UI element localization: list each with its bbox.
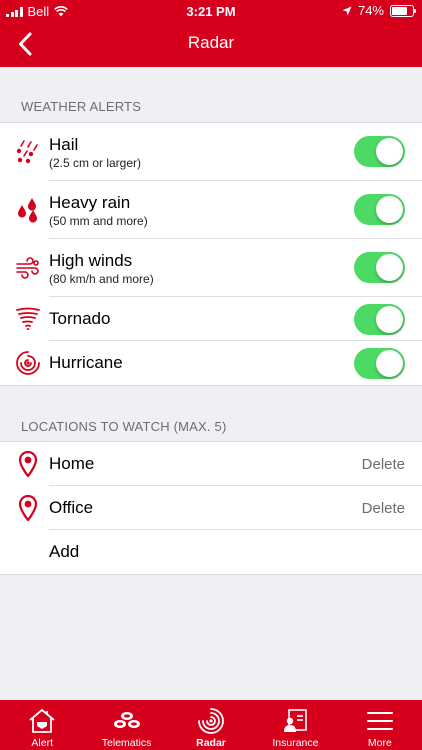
insurance-card-icon bbox=[253, 706, 337, 736]
toggle-knob bbox=[376, 138, 403, 165]
tab-radar[interactable]: Radar bbox=[169, 700, 253, 750]
tab-alert[interactable]: Alert bbox=[0, 700, 84, 750]
toggle-knob bbox=[376, 196, 403, 223]
tab-more[interactable]: More bbox=[338, 700, 422, 750]
hail-toggle[interactable] bbox=[354, 136, 405, 167]
toggle-knob bbox=[376, 306, 403, 333]
alert-sublabel: (2.5 cm or larger) bbox=[49, 156, 142, 170]
tab-label: Insurance bbox=[272, 737, 319, 749]
location-arrow-icon bbox=[342, 6, 352, 15]
status-bar: Bell 3:21 PM 74% bbox=[0, 0, 422, 22]
wind-icon bbox=[14, 254, 42, 282]
alert-row-hail: Hail (2.5 cm or larger) bbox=[0, 123, 422, 181]
hurricane-icon bbox=[14, 349, 42, 377]
tab-label: Radar bbox=[196, 737, 226, 749]
weather-alerts-list: Hail (2.5 cm or larger) Heavy rain (50 m… bbox=[0, 122, 422, 386]
location-pin-icon bbox=[14, 450, 42, 478]
tornado-toggle[interactable] bbox=[354, 304, 405, 335]
battery-icon bbox=[390, 4, 416, 17]
alert-row-heavy-rain: Heavy rain (50 mm and more) bbox=[0, 181, 422, 239]
location-label: Office bbox=[49, 498, 94, 517]
status-right: 74% bbox=[342, 3, 416, 18]
add-location-button[interactable]: Add bbox=[49, 542, 79, 562]
heavy-rain-toggle[interactable] bbox=[354, 194, 405, 225]
delete-home-button[interactable]: Delete bbox=[362, 456, 405, 473]
toggle-knob bbox=[376, 350, 403, 377]
tab-telematics[interactable]: Telematics bbox=[84, 700, 168, 750]
hurricane-toggle[interactable] bbox=[354, 348, 405, 379]
tab-label: Telematics bbox=[101, 737, 152, 749]
location-pin-icon bbox=[14, 494, 42, 522]
alert-sublabel: (50 mm and more) bbox=[49, 214, 148, 228]
add-location-row[interactable]: Add bbox=[0, 530, 422, 574]
alert-label: High winds bbox=[49, 251, 133, 270]
location-label: Home bbox=[49, 454, 95, 473]
radar-icon bbox=[169, 706, 253, 736]
hail-icon bbox=[14, 138, 42, 166]
menu-icon bbox=[338, 706, 422, 736]
telematics-icon bbox=[84, 706, 168, 736]
toggle-knob bbox=[376, 254, 403, 281]
tab-label: Alert bbox=[31, 737, 53, 749]
locations-header: LOCATIONS TO WATCH (MAX. 5) bbox=[21, 419, 227, 434]
alert-sublabel: (80 km/h and more) bbox=[49, 272, 154, 286]
location-row-office[interactable]: Office Delete bbox=[0, 486, 422, 530]
tab-insurance[interactable]: Insurance bbox=[253, 700, 337, 750]
house-alert-icon bbox=[0, 706, 84, 736]
tab-bar: Alert Telematics Radar Insurance More bbox=[0, 700, 422, 750]
app-header: Bell 3:21 PM 74% Radar bbox=[0, 0, 422, 67]
battery-fill bbox=[392, 6, 407, 15]
tornado-icon bbox=[14, 305, 42, 333]
location-row-home[interactable]: Home Delete bbox=[0, 442, 422, 486]
alert-label: Tornado bbox=[49, 309, 111, 328]
alert-row-hurricane: Hurricane bbox=[0, 341, 422, 385]
page-title: Radar bbox=[187, 33, 235, 52]
alert-label: Hurricane bbox=[49, 353, 123, 372]
weather-alerts-header: WEATHER ALERTS bbox=[21, 99, 142, 114]
alert-label: Hail bbox=[49, 135, 79, 154]
high-winds-toggle[interactable] bbox=[354, 252, 405, 283]
alert-row-tornado: Tornado bbox=[0, 297, 422, 341]
tab-label: More bbox=[367, 737, 392, 749]
nav-bar: Radar bbox=[0, 22, 422, 67]
locations-list: Home Delete Office Delete Add bbox=[0, 441, 422, 575]
delete-office-button[interactable]: Delete bbox=[362, 500, 405, 517]
rain-drops-icon bbox=[14, 196, 42, 224]
alert-row-high-winds: High winds (80 km/h and more) bbox=[0, 239, 422, 297]
alert-label: Heavy rain bbox=[49, 193, 131, 212]
battery-percent: 74% bbox=[357, 3, 384, 18]
